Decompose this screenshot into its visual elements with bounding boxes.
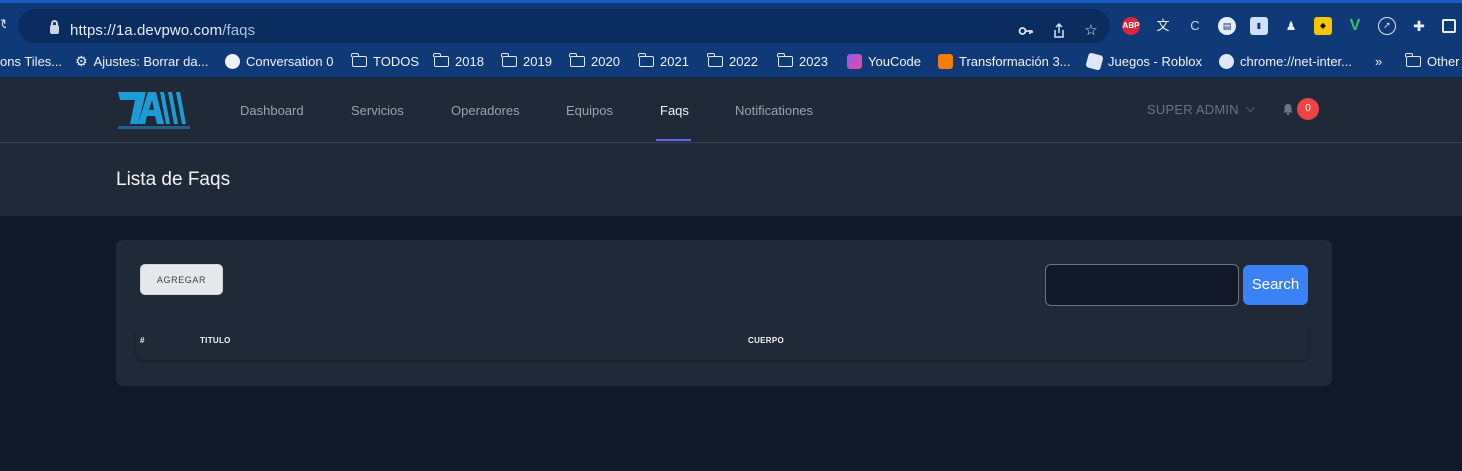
bookmark-item[interactable]: YouCode <box>847 52 921 70</box>
top-navigation: Dashboard Servicios Operadores Equipos F… <box>0 78 1462 143</box>
search-button[interactable]: Search <box>1243 265 1308 305</box>
bookmark-item[interactable]: 2018 <box>433 52 484 70</box>
roblox-icon <box>1085 51 1104 71</box>
folder-icon <box>501 52 517 67</box>
sidebar-icon[interactable] <box>1442 19 1456 33</box>
bookmark-item[interactable]: ons Tiles... <box>0 52 62 70</box>
bookmark-item[interactable]: Juegos - Roblox <box>1085 51 1202 71</box>
puzzle-icon[interactable]: ✚ <box>1410 17 1428 35</box>
person-icon[interactable]: ♟ <box>1282 17 1300 35</box>
clipboard-icon[interactable]: ▮ <box>1250 17 1268 35</box>
bookmark-item[interactable]: TODOS <box>351 52 419 70</box>
globe-icon <box>1219 53 1234 69</box>
key-icon[interactable] <box>1018 23 1034 39</box>
folder-icon <box>638 52 654 67</box>
gear-icon: ⚙ <box>75 52 88 69</box>
nav-servicios[interactable]: Servicios <box>351 103 404 118</box>
bookmark-item[interactable]: 2021 <box>638 52 689 70</box>
faq-card: AGREGAR Search # TITULO CUERPO <box>116 240 1332 386</box>
bookmark-item[interactable]: 2020 <box>569 52 620 70</box>
nav-notificationes[interactable]: Notificationes <box>735 103 813 118</box>
vpn-icon[interactable]: ◆ <box>1314 17 1332 35</box>
bookmarks-overflow[interactable]: » <box>1375 52 1382 70</box>
page-title: Lista de Faqs <box>116 169 231 190</box>
bookmark-item[interactable]: 2023 <box>777 52 828 70</box>
chevron-down-icon[interactable] <box>1246 103 1255 112</box>
faq-table: # TITULO CUERPO <box>136 326 1308 360</box>
column-header-titulo[interactable]: TITULO <box>200 336 231 345</box>
folder-icon <box>351 52 367 67</box>
folder-icon <box>569 52 585 67</box>
folder-icon <box>707 52 723 67</box>
github-icon <box>225 53 240 69</box>
lock-icon[interactable] <box>50 20 59 34</box>
vue-icon[interactable]: V <box>1346 17 1364 35</box>
nav-operadores[interactable]: Operadores <box>451 103 520 118</box>
url-text[interactable]: https://1a.devpwo.com/faqs <box>70 22 255 39</box>
youcode-icon <box>847 53 862 69</box>
bell-icon[interactable] <box>1282 103 1294 115</box>
active-nav-indicator <box>656 139 691 141</box>
bookmark-item[interactable]: ⚙ Ajustes: Borrar da... <box>75 52 208 70</box>
folder-icon <box>777 52 793 67</box>
add-button[interactable]: AGREGAR <box>140 264 223 295</box>
folder-icon <box>433 52 449 67</box>
bookmark-item[interactable]: Conversation 0 <box>225 52 333 70</box>
adblock-icon[interactable]: ABP <box>1122 17 1140 35</box>
column-header-cuerpo[interactable]: CUERPO <box>748 336 784 345</box>
printer-icon[interactable]: ▤ <box>1218 17 1236 35</box>
bookmark-item[interactable]: Other <box>1405 52 1460 70</box>
page-header: Lista de Faqs <box>0 143 1462 216</box>
bookmark-item[interactable]: 2022 <box>707 52 758 70</box>
notification-badge[interactable]: 0 <box>1297 98 1319 120</box>
search-input[interactable] <box>1045 264 1239 306</box>
browser-toolbar: ↻ https://1a.devpwo.com/faqs ☆ ABP 文 C ▤… <box>0 0 1462 44</box>
compass-icon[interactable]: ➚ <box>1378 17 1396 35</box>
extension-c-icon[interactable]: C <box>1186 17 1204 35</box>
nav-dashboard[interactable]: Dashboard <box>240 103 304 118</box>
bookmarks-bar: ons Tiles... ⚙ Ajustes: Borrar da... Conv… <box>0 44 1462 78</box>
bookmark-item[interactable]: Transformación 3... <box>938 52 1071 70</box>
folder-icon <box>1405 52 1421 67</box>
bookmark-item[interactable]: chrome://net-inter... <box>1219 52 1352 70</box>
nav-faqs[interactable]: Faqs <box>660 103 689 118</box>
translate-icon[interactable]: 文 <box>1154 17 1172 35</box>
blogger-icon <box>938 53 953 69</box>
nav-equipos[interactable]: Equipos <box>566 103 613 118</box>
company-logo[interactable] <box>116 86 192 132</box>
share-icon[interactable] <box>1051 22 1067 39</box>
star-icon[interactable]: ☆ <box>1083 23 1099 39</box>
column-header-number[interactable]: # <box>140 336 145 345</box>
user-menu[interactable]: SUPER ADMIN <box>1147 102 1239 117</box>
bookmark-item[interactable]: 2019 <box>501 52 552 70</box>
reload-icon[interactable]: ↻ <box>0 17 6 31</box>
address-bar[interactable]: https://1a.devpwo.com/faqs ☆ <box>18 9 1110 43</box>
